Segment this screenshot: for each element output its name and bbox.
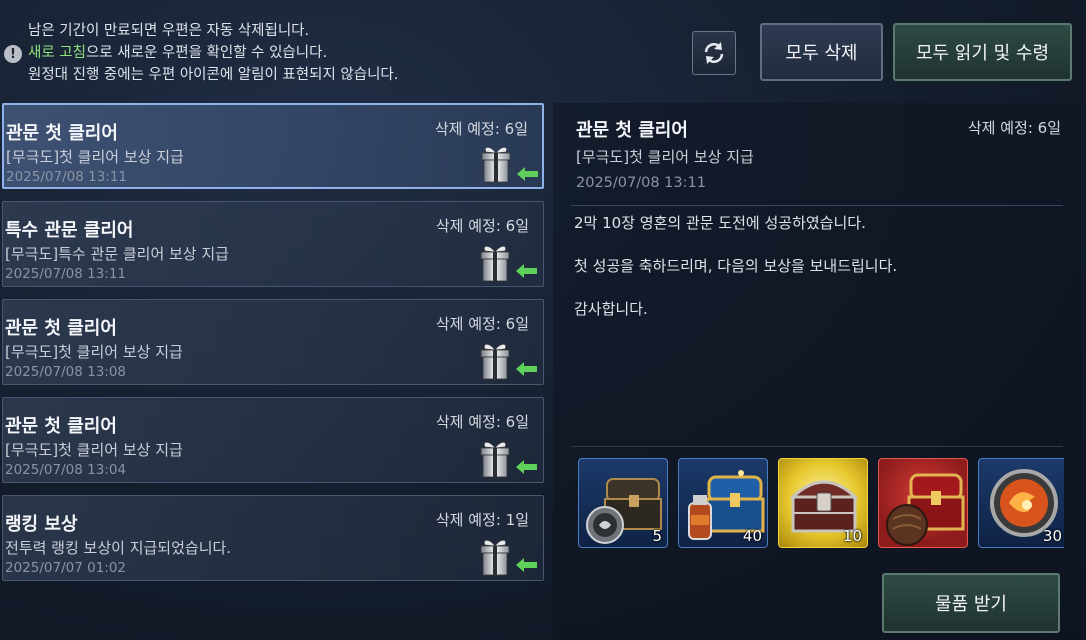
body-line: 첫 성공을 축하드리며, 다음의 보상을 보내드립니다.: [574, 257, 898, 275]
reward-items: 5 40 10 30: [578, 458, 1064, 550]
mail-title: 관문 첫 클리어: [5, 416, 117, 437]
mail-expire: 삭제 예정: 6일: [435, 413, 529, 431]
gift-icon: [480, 441, 510, 478]
notice-line-2-rest: 으로 새로운 우편을 확인할 수 있습니다.: [85, 45, 328, 61]
mail-title: 랭킹 보상: [5, 514, 78, 535]
divider: [571, 205, 1063, 206]
refresh-icon: [704, 42, 724, 64]
mail-item[interactable]: 랭킹 보상 전투력 랭킹 보상이 지급되었습니다. 2025/07/07 01:…: [2, 495, 544, 581]
detail-title: 관문 첫 클리어: [576, 120, 688, 141]
gift-icon: [480, 343, 510, 380]
mail-title: 관문 첫 클리어: [5, 318, 117, 339]
reward-qty: 10: [842, 527, 862, 545]
notice-text: 남은 기간이 만료되면 우편은 자동 삭제됩니다. 새로 고침으로 새로운 우편…: [28, 20, 398, 86]
detail-date: 2025/07/08 13:11: [576, 175, 706, 191]
arrow-left-icon: [516, 264, 537, 278]
mail-date: 2025/07/08 13:04: [5, 462, 127, 478]
info-icon: !: [4, 45, 22, 63]
reward-slot[interactable]: 5: [578, 458, 668, 548]
body-line: 2막 10장 영혼의 관문 도전에 성공하였습니다.: [574, 214, 866, 232]
mail-date: 2025/07/08 13:08: [5, 364, 127, 380]
notice-line-2: 새로 고침으로 새로운 우편을 확인할 수 있습니다.: [28, 42, 398, 64]
reward-qty: 30: [1042, 527, 1062, 545]
mail-expire: 삭제 예정: 6일: [435, 315, 529, 333]
reward-slot[interactable]: 30: [978, 458, 1064, 548]
reward-slot[interactable]: 40: [678, 458, 768, 548]
mail-date: 2025/07/07 01:02: [5, 560, 127, 576]
mail-date: 2025/07/08 13:11: [5, 266, 127, 282]
mail-title: 관문 첫 클리어: [6, 123, 118, 144]
mail-expire: 삭제 예정: 1일: [435, 511, 529, 529]
notice-line-3: 원정대 진행 중에는 우편 아이콘에 알림이 표현되지 않습니다.: [28, 67, 399, 83]
mail-subtitle: 전투력 랭킹 보상이 지급되었습니다.: [5, 539, 232, 557]
detail-body: 2막 10장 영혼의 관문 도전에 성공하였습니다. 첫 성공을 축하드리며, …: [574, 213, 897, 342]
mail-item[interactable]: 관문 첫 클리어 [무극도]첫 클리어 보상 지급 2025/07/08 13:…: [2, 397, 544, 483]
mail-subtitle: [무극도]첫 클리어 보상 지급: [6, 148, 184, 166]
refresh-button[interactable]: [692, 31, 736, 75]
gift-icon: [481, 146, 511, 183]
mail-subtitle: [무극도]첫 클리어 보상 지급: [5, 441, 183, 459]
mail-expire: 삭제 예정: 6일: [434, 120, 528, 138]
reward-qty: 40: [742, 527, 762, 545]
mail-detail-panel: 관문 첫 클리어 삭제 예정: 6일 [무극도]첫 클리어 보상 지급 2025…: [553, 103, 1081, 640]
detail-subtitle: [무극도]첫 클리어 보상 지급: [576, 148, 754, 166]
reward-qty: 5: [652, 527, 662, 545]
gift-icon: [480, 539, 510, 576]
mail-subtitle: [무극도]첫 클리어 보상 지급: [5, 343, 183, 361]
arrow-left-icon: [516, 460, 537, 474]
gift-icon: [480, 245, 510, 282]
red-chest-with-pouch-icon: [886, 473, 965, 546]
mail-title: 특수 관문 클리어: [5, 220, 134, 241]
mail-item[interactable]: 관문 첫 클리어 [무극도]첫 클리어 보상 지급 2025/07/08 13:…: [2, 299, 544, 385]
arrow-left-icon: [516, 558, 537, 572]
refresh-hint-highlight: 새로 고침: [28, 45, 86, 61]
mail-subtitle: [무극도]특수 관문 클리어 보상 지급: [5, 245, 229, 263]
mail-item[interactable]: 관문 첫 클리어 [무극도]첫 클리어 보상 지급 2025/07/08 13:…: [2, 103, 544, 189]
body-line: 감사합니다.: [574, 300, 648, 318]
arrow-left-icon: [516, 362, 537, 376]
read-all-claim-button[interactable]: 모두 읽기 및 수령: [893, 23, 1072, 81]
reward-slot[interactable]: [878, 458, 968, 548]
reward-slot[interactable]: 10: [778, 458, 868, 548]
arrow-left-icon: [517, 167, 538, 181]
notice-line-1: 남은 기간이 만료되면 우편은 자동 삭제됩니다.: [28, 23, 310, 39]
mail-date: 2025/07/08 13:11: [6, 169, 128, 185]
detail-expire: 삭제 예정: 6일: [967, 119, 1061, 137]
mail-item[interactable]: 특수 관문 클리어 [무극도]특수 관문 클리어 보상 지급 2025/07/0…: [2, 201, 544, 287]
claim-items-button[interactable]: 물품 받기: [882, 573, 1060, 633]
divider: [571, 446, 1063, 447]
delete-all-button[interactable]: 모두 삭제: [760, 23, 883, 81]
mail-expire: 삭제 예정: 6일: [435, 217, 529, 235]
